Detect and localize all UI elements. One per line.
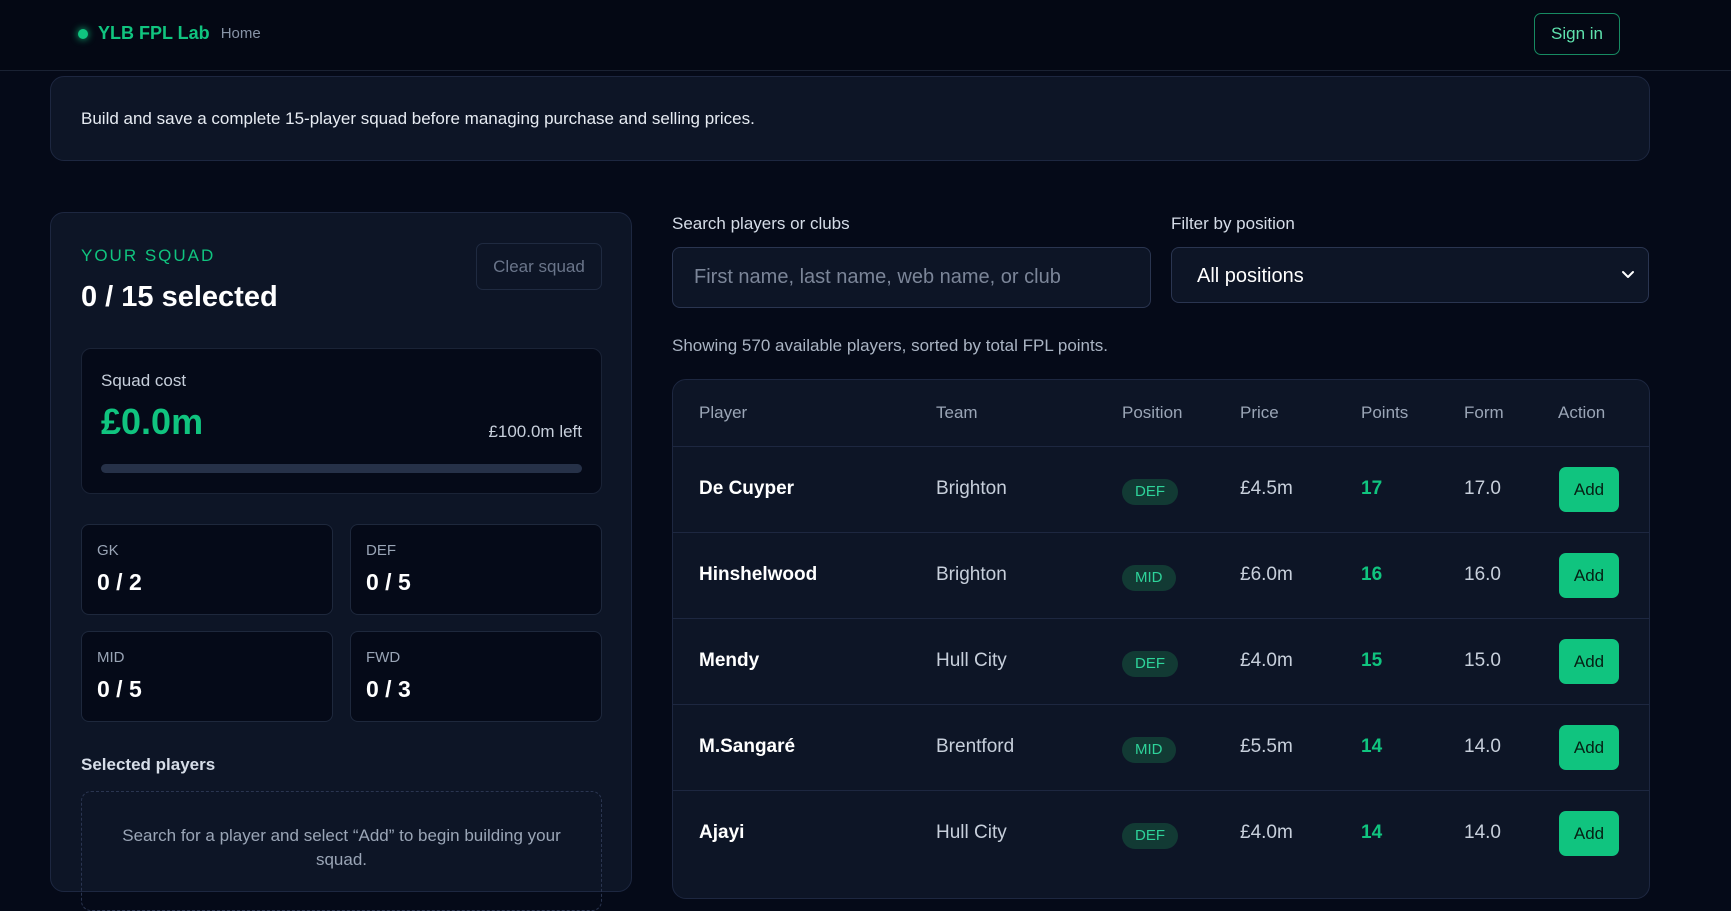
cost-value: £0.0m xyxy=(101,401,204,442)
column-header-position: Position xyxy=(1122,403,1183,422)
player-search-input[interactable] xyxy=(672,247,1151,308)
column-header-team: Team xyxy=(936,403,978,422)
cost-label: Squad cost xyxy=(101,371,187,390)
column-header-points: Points xyxy=(1361,403,1409,422)
position-filter-label: Filter by position xyxy=(1171,214,1295,233)
player-form: 16.0 xyxy=(1464,564,1501,585)
position-label: DEF xyxy=(366,542,396,559)
brand[interactable]: YLB FPL Lab Home xyxy=(78,23,261,44)
column-header-form: Form xyxy=(1464,403,1504,422)
player-price: £4.0m xyxy=(1240,822,1293,843)
player-points: 17 xyxy=(1361,478,1383,499)
player-price: £4.0m xyxy=(1240,650,1293,671)
player-team: Hull City xyxy=(936,650,1007,671)
player-price: £5.5m xyxy=(1240,736,1293,757)
position-label: GK xyxy=(97,542,119,559)
empty-state-text: Search for a player and select “Add” to … xyxy=(122,826,561,869)
position-count: 0 / 5 xyxy=(97,676,142,702)
add-player-button[interactable]: Add xyxy=(1559,725,1619,770)
table-row: De Cuyper Brighton DEF £4.5m 17 17.0 Add xyxy=(673,446,1649,532)
squad-kicker: YOUR SQUAD xyxy=(81,246,216,265)
add-player-button[interactable]: Add xyxy=(1559,467,1619,512)
position-badge: DEF xyxy=(1122,823,1178,849)
banner-text: Build and save a complete 15-player squa… xyxy=(81,109,755,128)
player-team: Hull City xyxy=(936,822,1007,843)
squad-count: 0 / 15 selected xyxy=(81,281,278,313)
player-team: Brentford xyxy=(936,736,1015,757)
sign-in-button[interactable]: Sign in xyxy=(1534,13,1620,55)
position-filter-value: All positions xyxy=(1197,265,1304,287)
top-nav: YLB FPL Lab Home Sign in xyxy=(0,0,1731,71)
position-card-fwd: FWD 0 / 3 xyxy=(350,631,602,722)
column-header-action: Action xyxy=(1558,403,1606,422)
position-badge: DEF xyxy=(1122,479,1178,505)
player-name: Ajayi xyxy=(699,822,745,843)
squad-panel: YOUR SQUAD 0 / 15 selected Clear squad S… xyxy=(50,212,632,911)
budget-progress-bar xyxy=(101,464,582,473)
position-count: 0 / 5 xyxy=(366,569,411,595)
column-header-player: Player xyxy=(699,403,748,422)
player-team: Brighton xyxy=(936,564,1007,585)
position-badge: DEF xyxy=(1122,651,1178,677)
player-form: 14.0 xyxy=(1464,822,1501,843)
table-row: Hinshelwood Brighton MID £6.0m 16 16.0 A… xyxy=(673,532,1649,618)
column-header-price: Price xyxy=(1240,403,1279,422)
info-banner: Build and save a complete 15-player squa… xyxy=(50,76,1650,161)
player-form: 15.0 xyxy=(1464,650,1501,671)
player-points: 14 xyxy=(1361,822,1383,843)
player-name: De Cuyper xyxy=(699,478,795,499)
table-row: Mendy Hull City DEF £4.0m 15 15.0 Add xyxy=(673,618,1649,704)
add-player-button[interactable]: Add xyxy=(1559,639,1619,684)
home-link[interactable]: Home xyxy=(221,25,261,42)
chevron-down-icon xyxy=(1622,271,1634,278)
add-player-button[interactable]: Add xyxy=(1559,553,1619,598)
position-card-gk: GK 0 / 2 xyxy=(81,524,333,615)
clear-squad-button[interactable]: Clear squad xyxy=(476,243,602,290)
player-team: Brighton xyxy=(936,478,1007,499)
position-card-mid: MID 0 / 5 xyxy=(81,631,333,722)
player-name: M.Sangaré xyxy=(699,736,796,757)
player-form: 14.0 xyxy=(1464,736,1501,757)
player-points: 16 xyxy=(1361,564,1383,585)
player-price: £4.5m xyxy=(1240,478,1293,499)
add-player-button[interactable]: Add xyxy=(1559,811,1619,856)
player-name: Mendy xyxy=(699,650,760,671)
budget-left: £100.0m left xyxy=(488,422,582,441)
players-table: Player Team Position Price Points Form A… xyxy=(672,379,1650,899)
brand-name: YLB FPL Lab xyxy=(98,23,210,43)
player-price: £6.0m xyxy=(1240,564,1293,585)
player-form: 17.0 xyxy=(1464,478,1501,499)
position-filter-select[interactable]: All positions xyxy=(1171,247,1649,303)
selected-players-empty-state: Search for a player and select “Add” to … xyxy=(81,791,602,911)
position-card-def: DEF 0 / 5 xyxy=(350,524,602,615)
position-badge: MID xyxy=(1122,737,1176,763)
status-dot-icon xyxy=(78,28,88,39)
squad-cost-card: Squad cost £0.0m £100.0m left xyxy=(81,348,602,494)
position-label: MID xyxy=(97,649,125,666)
table-row: M.Sangaré Brentford MID £5.5m 14 14.0 Ad… xyxy=(673,704,1649,790)
player-name: Hinshelwood xyxy=(699,564,818,585)
results-summary: Showing 570 available players, sorted by… xyxy=(672,336,1108,355)
player-points: 14 xyxy=(1361,736,1383,757)
selected-players-heading: Selected players xyxy=(81,755,216,774)
position-count: 0 / 2 xyxy=(97,569,142,595)
position-badge: MID xyxy=(1122,565,1176,591)
position-count: 0 / 3 xyxy=(366,676,411,702)
search-label: Search players or clubs xyxy=(672,214,850,233)
position-label: FWD xyxy=(366,649,401,666)
player-points: 15 xyxy=(1361,650,1383,671)
table-row: Ajayi Hull City DEF £4.0m 14 14.0 Add xyxy=(673,790,1649,876)
